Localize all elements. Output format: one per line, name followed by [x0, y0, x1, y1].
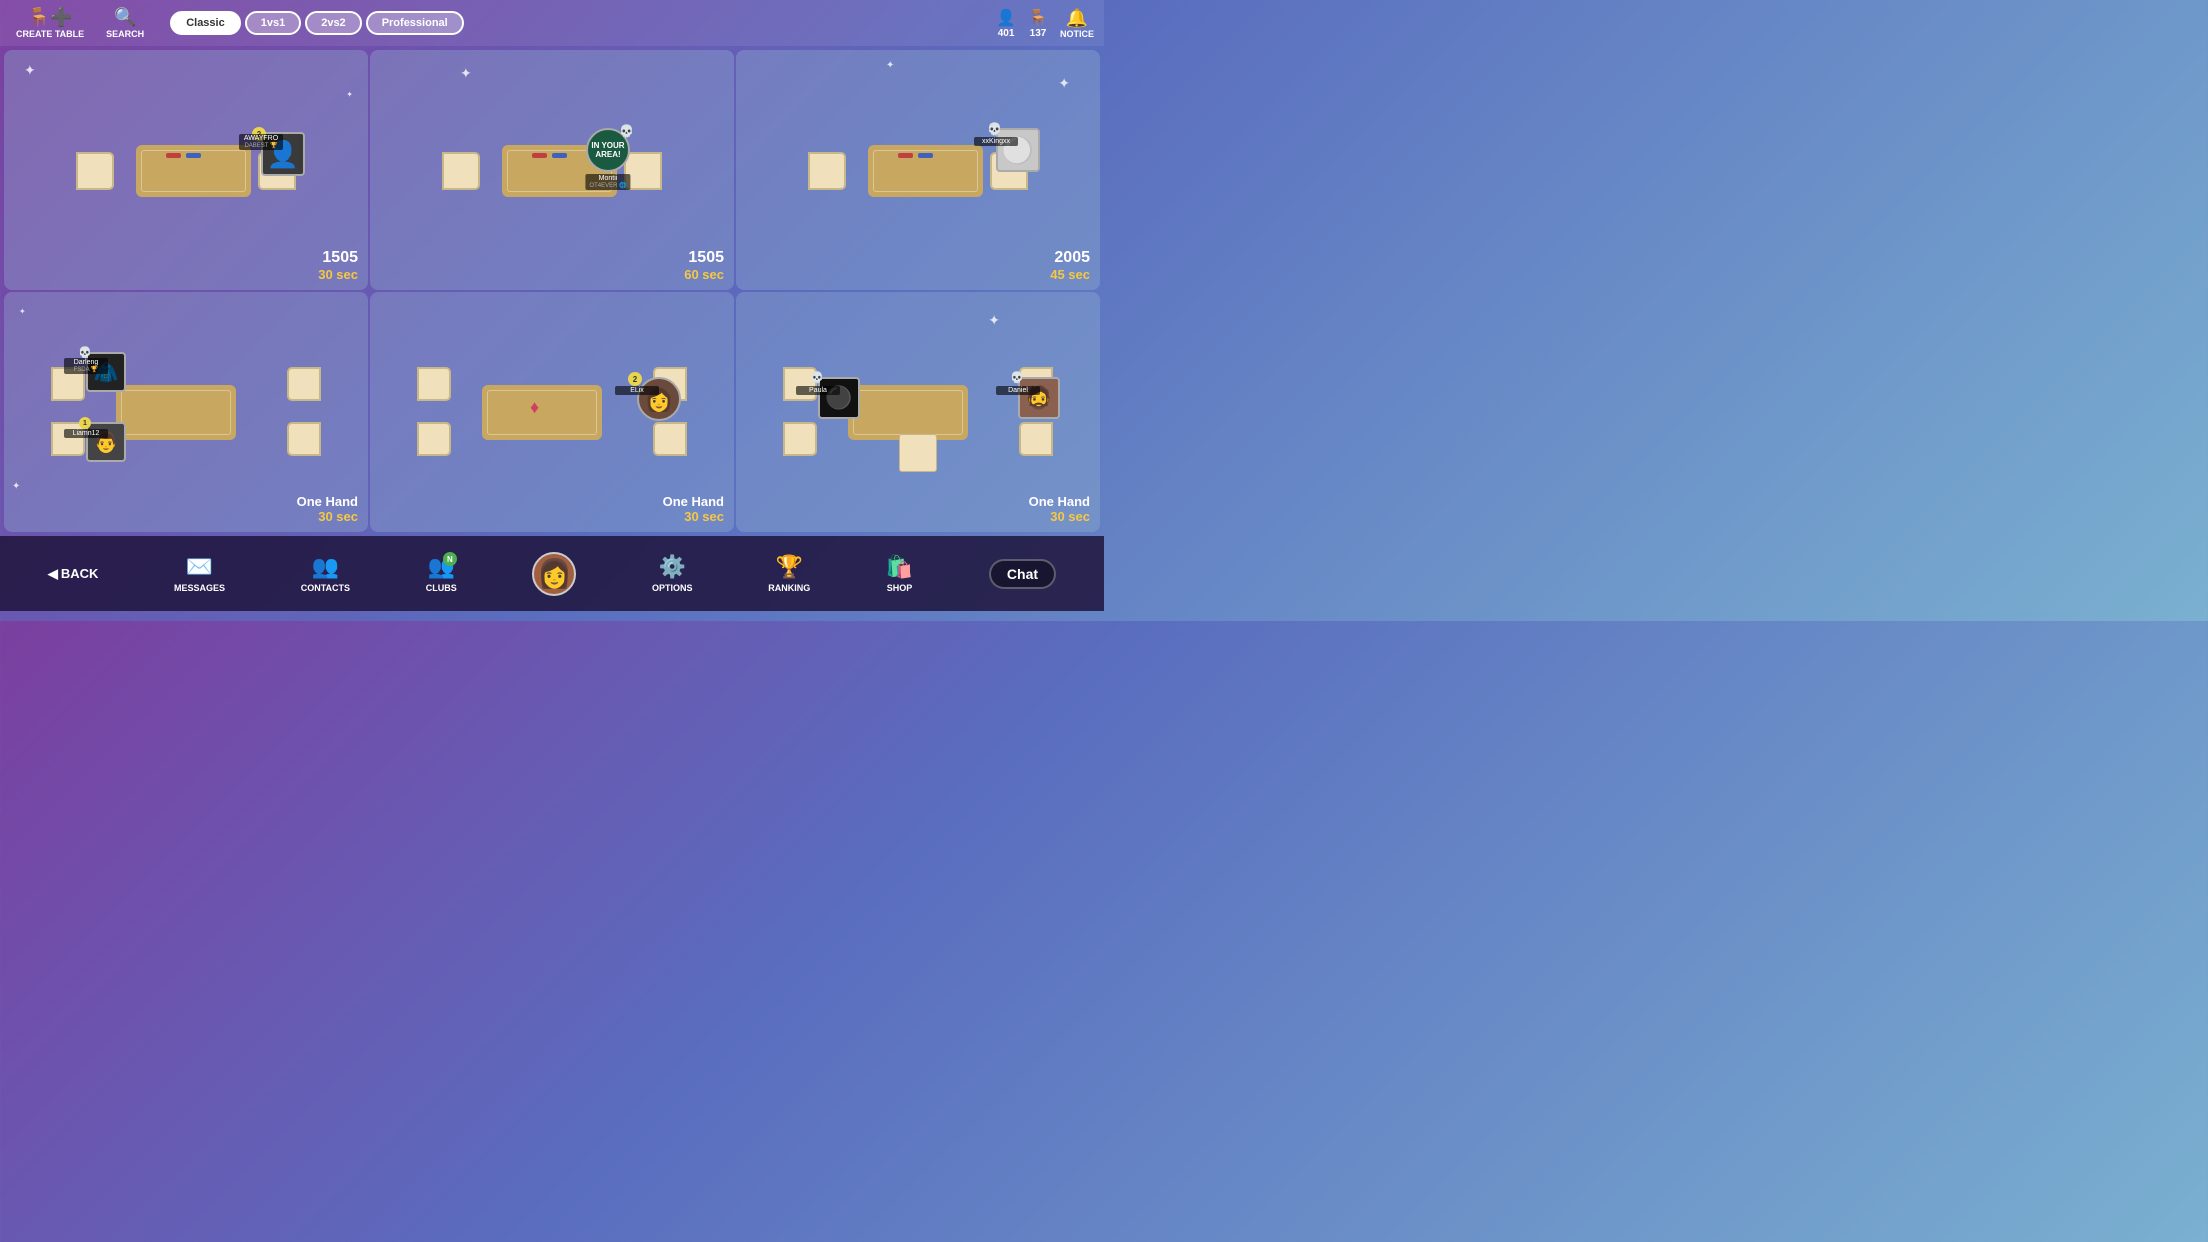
avatar: ⚪: [996, 128, 1040, 172]
table-info: 1505 30 sec: [318, 249, 358, 282]
friends-counter[interactable]: 👤 401: [996, 8, 1016, 39]
player-name: Paula: [800, 387, 836, 394]
chat-button[interactable]: Chat: [989, 559, 1056, 589]
player-subtitle: DABEST 🏆: [243, 142, 279, 149]
messages-icon: ✉️: [186, 554, 213, 580]
table-time: 60 sec: [684, 267, 724, 282]
notice-icon: 🔔: [1066, 8, 1088, 29]
table-info: 1505 60 sec: [684, 249, 724, 282]
top-right-area: 👤 401 🪑 137 🔔 NOTICE: [996, 8, 1094, 39]
avatar: ⚫: [818, 377, 860, 419]
table-mode: One Hand: [663, 494, 724, 509]
player-name-tag: Darleng FSDA 🏆: [64, 358, 108, 374]
table-scene: 🧥 💀 Darleng FSDA 🏆 👨 1: [4, 328, 368, 496]
table-score: 1505: [684, 249, 724, 267]
table-score: 1505: [318, 249, 358, 267]
shop-nav-item[interactable]: 🛍️ SHOP: [886, 554, 913, 593]
player-name-tag: AWAYFRO DABEST 🏆: [239, 134, 283, 150]
messages-nav-item[interactable]: ✉️ MESSAGES: [174, 554, 225, 593]
options-icon: ⚙️: [659, 554, 686, 580]
table-row[interactable]: ✦ ✦ ⚪ 💀: [736, 50, 1100, 290]
contacts-icon: 👥: [312, 554, 339, 580]
table-info: One Hand 30 sec: [1029, 494, 1090, 524]
player-name-tag: Liamn12: [64, 429, 108, 438]
player-name: ELix: [619, 387, 655, 394]
table-info: One Hand 30 sec: [297, 494, 358, 524]
player-name-tag: Montii OT4EVER 🌐: [585, 174, 630, 190]
player-name-tag: xxKingxx: [974, 137, 1018, 146]
table-row[interactable]: ✦ ✦ 🧥 💀: [4, 292, 368, 532]
search-icon: 🔍: [114, 7, 136, 28]
friends-icon: 👤: [996, 8, 1016, 28]
mode-2vs2[interactable]: 2vs2: [305, 11, 361, 35]
notice-button[interactable]: 🔔 NOTICE: [1060, 8, 1094, 39]
back-arrow-icon: ◀: [48, 566, 58, 582]
table-time: 30 sec: [663, 509, 724, 524]
table-scene: 👤 2 AWAYFRO DABEST 🏆: [4, 86, 368, 254]
player-name-tag: Paula: [796, 386, 840, 395]
table-scene: ♦ 👩 2 ELix: [370, 328, 734, 496]
avatar: IN YOURAREA! 💀: [586, 128, 630, 172]
table-time: 45 sec: [1050, 267, 1090, 282]
player-name-tag: Daniel: [996, 386, 1040, 395]
table-mode: One Hand: [297, 494, 358, 509]
avatar: 🧔: [1018, 377, 1060, 419]
create-table-icon: 🪑➕: [28, 7, 73, 28]
sparkle-decoration: ✦: [988, 312, 1000, 329]
clubs-nav-item[interactable]: 👥 N CLUBS: [426, 554, 457, 593]
player-name: Darleng: [68, 359, 104, 366]
table-row[interactable]: ♦ 👩 2 ELix One: [370, 292, 734, 532]
mode-1vs1[interactable]: 1vs1: [245, 11, 301, 35]
contacts-nav-item[interactable]: 👥 CONTACTS: [301, 554, 350, 593]
table-info: One Hand 30 sec: [663, 494, 724, 524]
create-table-button[interactable]: 🪑➕ CREATE TABLE: [10, 5, 90, 41]
tables-icon: 🪑: [1028, 8, 1048, 28]
mode-tabs: Classic 1vs1 2vs2 Professional: [170, 11, 464, 35]
table-row[interactable]: ✦ IN YOURAREA! 💀: [370, 50, 734, 290]
table-time: 30 sec: [1029, 509, 1090, 524]
tables-grid: ✦ ✦ 👤: [0, 46, 1104, 536]
table-time: 30 sec: [318, 267, 358, 282]
table-score: 2005: [1050, 249, 1090, 267]
top-bar: 🪑➕ CREATE TABLE 🔍 SEARCH Classic 1vs1 2v…: [0, 0, 1104, 46]
avatar: 👨: [86, 422, 126, 462]
bottom-nav: ◀ BACK ✉️ MESSAGES 👥 CONTACTS 👥 N CLUBS …: [0, 536, 1104, 611]
table-row[interactable]: ✦ ✦ 👤: [4, 50, 368, 290]
table-time: 30 sec: [297, 509, 358, 524]
mode-classic[interactable]: Classic: [170, 11, 241, 35]
sparkle-decoration: ✦: [24, 62, 36, 79]
player-name: Montii: [589, 175, 626, 182]
player-subtitle: FSDA 🏆: [68, 366, 104, 373]
clubs-notification-badge: 👥 N: [428, 554, 455, 580]
player-name: AWAYFRO: [243, 135, 279, 142]
options-nav-item[interactable]: ⚙️ OPTIONS: [652, 554, 693, 593]
tables-counter[interactable]: 🪑 137: [1028, 8, 1048, 39]
back-button[interactable]: ◀ BACK: [48, 566, 99, 582]
ranking-nav-item[interactable]: 🏆 RANKING: [768, 554, 810, 593]
sparkle-decoration: ✦: [460, 65, 472, 82]
mode-professional[interactable]: Professional: [366, 11, 464, 35]
table-row[interactable]: ✦ ⚫ 💀 P: [736, 292, 1100, 532]
search-button[interactable]: 🔍 SEARCH: [100, 5, 150, 41]
player-subtitle: OT4EVER 🌐: [589, 182, 626, 189]
avatar: 👩: [637, 377, 681, 421]
table-info: 2005 45 sec: [1050, 249, 1090, 282]
sparkle-decoration: ✦: [886, 60, 894, 71]
shop-icon: 🛍️: [886, 554, 913, 580]
table-scene: ⚪ 💀 xxKingxx: [736, 86, 1100, 254]
table-scene: IN YOURAREA! 💀 Montii OT4EVER 🌐: [370, 86, 734, 254]
sparkle-decoration: ✦: [19, 307, 26, 316]
player-name: Daniel: [1000, 387, 1036, 394]
player-avatar-nav[interactable]: 👩: [532, 552, 576, 596]
player-badge: 2: [628, 372, 642, 386]
table-mode: One Hand: [1029, 494, 1090, 509]
player-badge: 1: [79, 417, 91, 429]
player-wrap: IN YOURAREA! 💀 Montii OT4EVER 🌐: [586, 128, 630, 172]
ranking-icon: 🏆: [776, 554, 803, 580]
player-name: xxKingxx: [978, 138, 1014, 145]
player-name-tag: ELix: [615, 386, 659, 395]
player-name: Liamn12: [68, 430, 104, 437]
table-scene: ⚫ 💀 Paula 🧔 💀: [736, 328, 1100, 496]
